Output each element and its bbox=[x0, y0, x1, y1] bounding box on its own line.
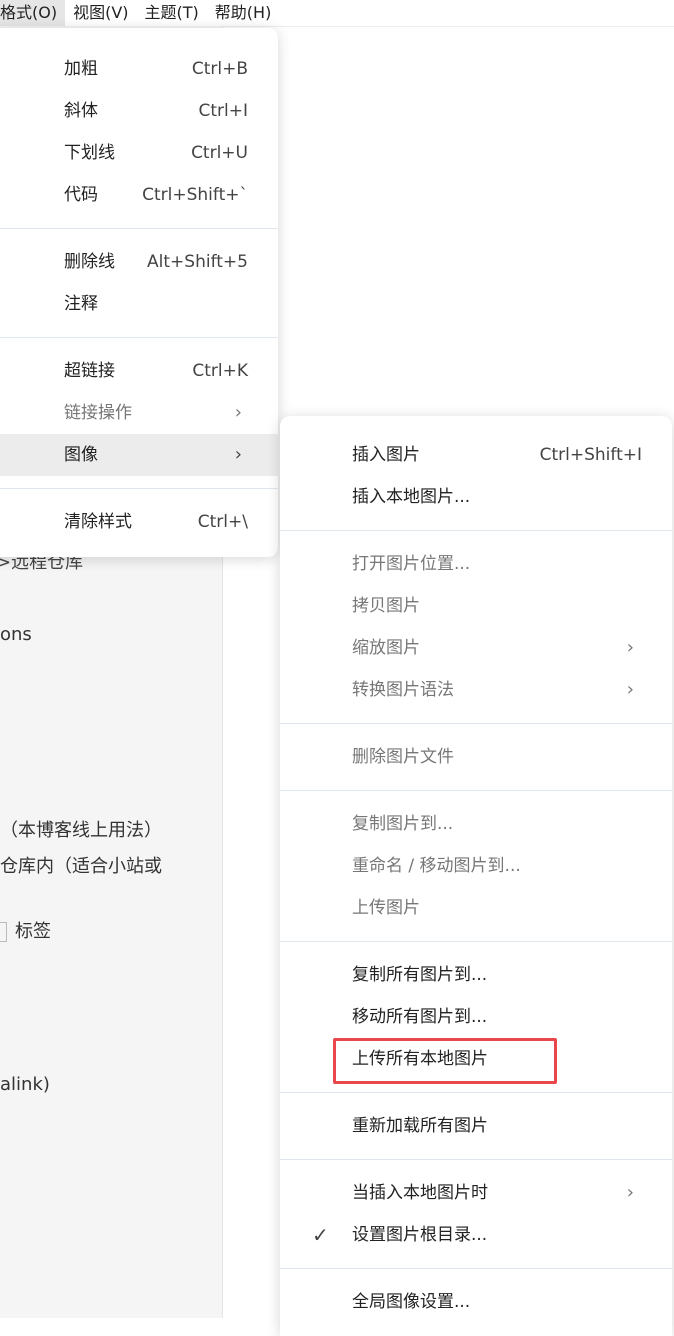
chevron-right-icon: › bbox=[234, 444, 242, 465]
menu-item-clear-style[interactable]: 清除样式 Ctrl+\ bbox=[0, 501, 278, 543]
menu-item-label: 复制图片到... bbox=[352, 814, 454, 834]
menu-item-copy-all-images[interactable]: 复制所有图片到... bbox=[280, 954, 672, 996]
menu-item-shortcut: Ctrl+K bbox=[192, 361, 248, 381]
menu-help[interactable]: 帮助(H) bbox=[207, 0, 280, 26]
menu-item-shortcut: Ctrl+B bbox=[191, 59, 248, 79]
menu-item-label: 下划线 bbox=[64, 143, 115, 163]
chevron-right-icon: › bbox=[626, 679, 634, 700]
menu-item-bold[interactable]: 加粗 Ctrl+B bbox=[0, 48, 278, 90]
menu-item-delete-image-file[interactable]: 删除图片文件 bbox=[280, 736, 672, 778]
menu-separator bbox=[0, 488, 278, 489]
chevron-right-icon: › bbox=[626, 637, 634, 658]
menu-item-open-image-location[interactable]: 打开图片位置... bbox=[280, 543, 672, 585]
menu-item-label: 超链接 bbox=[64, 361, 115, 381]
menu-item-label: 加粗 bbox=[64, 59, 98, 79]
menu-item-code[interactable]: 代码 Ctrl+Shift+` bbox=[0, 174, 278, 216]
tag-label: 标签 bbox=[15, 921, 51, 942]
menu-separator bbox=[280, 1159, 672, 1160]
menu-format[interactable]: 格式(O) bbox=[0, 0, 66, 26]
menu-item-label: 清除样式 bbox=[64, 512, 132, 532]
menu-item-strikethrough[interactable]: 删除线 Alt+Shift+5 bbox=[0, 241, 278, 283]
menu-item-label: 重新加载所有图片 bbox=[352, 1116, 488, 1136]
menu-item-link-actions[interactable]: 链接操作 › bbox=[0, 392, 278, 434]
menu-separator bbox=[0, 337, 278, 338]
menu-item-rename-move-image[interactable]: 重命名 / 移动图片到... bbox=[280, 845, 672, 887]
menu-item-shortcut: Ctrl+Shift+I bbox=[539, 445, 642, 465]
menu-item-when-insert-local-image[interactable]: 当插入本地图片时 › bbox=[280, 1172, 672, 1214]
chevron-right-icon: › bbox=[234, 402, 242, 423]
menu-item-set-image-root[interactable]: ✓ 设置图片根目录... bbox=[280, 1214, 672, 1256]
menu-item-upload-image[interactable]: 上传图片 bbox=[280, 887, 672, 929]
menu-item-label: 链接操作 bbox=[64, 403, 132, 423]
format-menu: 加粗 Ctrl+B 斜体 Ctrl+I 下划线 Ctrl+U 代码 Ctrl+S… bbox=[0, 28, 278, 557]
menu-separator bbox=[280, 790, 672, 791]
menu-item-label: 缩放图片 bbox=[352, 638, 420, 658]
menu-item-label: 插入图片 bbox=[352, 445, 420, 465]
menu-item-label: 删除图片文件 bbox=[352, 747, 454, 767]
menu-separator bbox=[280, 1268, 672, 1269]
menu-item-convert-image-syntax[interactable]: 转换图片语法 › bbox=[280, 669, 672, 711]
menu-bar: 格式(O) 视图(V) 主题(T) 帮助(H) bbox=[0, 0, 674, 27]
menu-item-label: 转换图片语法 bbox=[352, 680, 454, 700]
tag-box bbox=[0, 922, 7, 942]
menu-item-label: 斜体 bbox=[64, 101, 98, 121]
menu-item-comment[interactable]: 注释 bbox=[0, 283, 278, 325]
menu-item-move-all-images[interactable]: 移动所有图片到... bbox=[280, 996, 672, 1038]
menu-item-label: 上传图片 bbox=[352, 898, 420, 918]
background-tag-line: 标签 bbox=[0, 917, 51, 943]
menu-item-label: 设置图片根目录... bbox=[352, 1225, 488, 1245]
highlight-box bbox=[333, 1038, 557, 1084]
menu-item-label: 拷贝图片 bbox=[352, 596, 420, 616]
menu-item-label: 当插入本地图片时 bbox=[352, 1183, 488, 1203]
menu-item-label: 删除线 bbox=[64, 252, 115, 272]
image-submenu: 插入图片 Ctrl+Shift+I 插入本地图片... 打开图片位置... 拷贝… bbox=[280, 416, 672, 1336]
menu-item-shortcut: Ctrl+\ bbox=[197, 512, 248, 532]
menu-item-image[interactable]: 图像 › bbox=[0, 434, 278, 476]
background-text-line: （本博客线上用法） bbox=[0, 820, 162, 841]
menu-item-shortcut: Ctrl+Shift+` bbox=[142, 185, 248, 205]
menu-item-underline[interactable]: 下划线 Ctrl+U bbox=[0, 132, 278, 174]
menu-item-shortcut: Ctrl+U bbox=[191, 143, 248, 163]
menu-separator bbox=[280, 723, 672, 724]
chevron-right-icon: › bbox=[626, 1182, 634, 1203]
menu-item-label: 全局图像设置... bbox=[352, 1292, 471, 1312]
menu-item-label: 注释 bbox=[64, 294, 98, 314]
menu-item-global-image-settings[interactable]: 全局图像设置... bbox=[280, 1281, 672, 1323]
background-text-line: 仓库内（适合小站或 bbox=[0, 856, 162, 877]
menu-item-label: 插入本地图片... bbox=[352, 487, 471, 507]
menu-theme[interactable]: 主题(T) bbox=[137, 0, 207, 26]
menu-view[interactable]: 视图(V) bbox=[65, 0, 136, 26]
menu-item-insert-image[interactable]: 插入图片 Ctrl+Shift+I bbox=[280, 434, 672, 476]
menu-item-italic[interactable]: 斜体 Ctrl+I bbox=[0, 90, 278, 132]
menu-item-insert-local-image[interactable]: 插入本地图片... bbox=[280, 476, 672, 518]
checkmark-icon: ✓ bbox=[312, 1223, 329, 1247]
menu-item-zoom-image[interactable]: 缩放图片 › bbox=[280, 627, 672, 669]
menu-item-reload-all-images[interactable]: 重新加载所有图片 bbox=[280, 1105, 672, 1147]
menu-item-label: 代码 bbox=[64, 185, 98, 205]
menu-item-shortcut: Alt+Shift+5 bbox=[147, 252, 248, 272]
menu-item-copy-image-to[interactable]: 复制图片到... bbox=[280, 803, 672, 845]
menu-item-hyperlink[interactable]: 超链接 Ctrl+K bbox=[0, 350, 278, 392]
menu-item-label: 复制所有图片到... bbox=[352, 965, 488, 985]
menu-separator bbox=[280, 530, 672, 531]
menu-item-label: 移动所有图片到... bbox=[352, 1007, 488, 1027]
menu-item-label: 图像 bbox=[64, 445, 98, 465]
menu-separator bbox=[280, 1092, 672, 1093]
background-text-line: alink) bbox=[0, 1074, 50, 1095]
menu-item-label: 打开图片位置... bbox=[352, 554, 471, 574]
menu-item-shortcut: Ctrl+I bbox=[198, 101, 248, 121]
menu-item-copy-image[interactable]: 拷贝图片 bbox=[280, 585, 672, 627]
menu-item-label: 重命名 / 移动图片到... bbox=[352, 856, 521, 876]
background-text-line: ons bbox=[0, 624, 32, 645]
menu-separator bbox=[0, 228, 278, 229]
menu-separator bbox=[280, 941, 672, 942]
